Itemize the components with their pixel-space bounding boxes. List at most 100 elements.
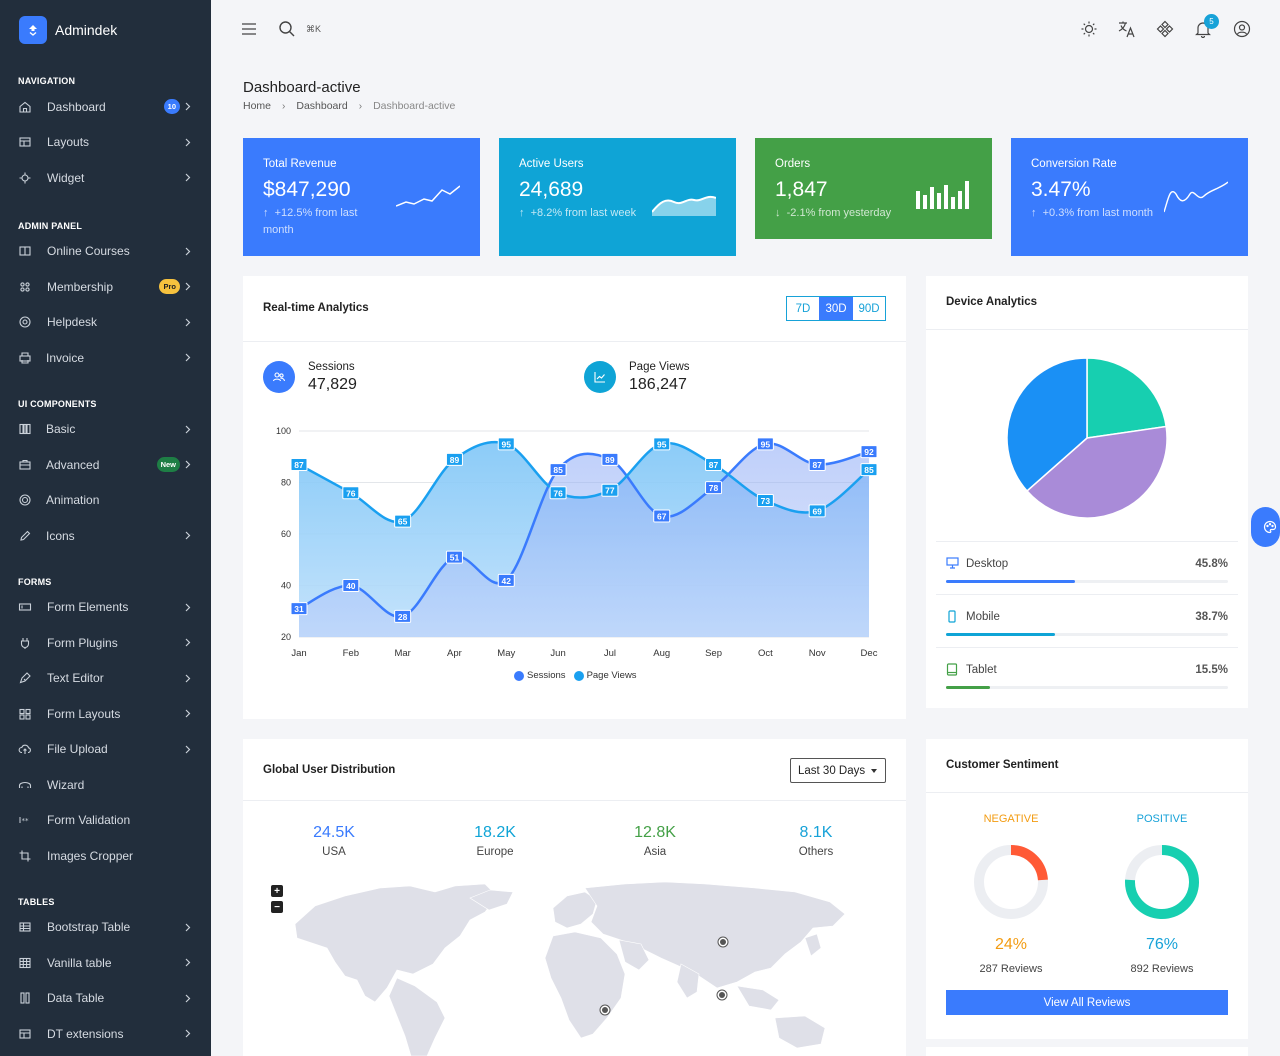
data-label: 95 — [761, 439, 771, 449]
region-value: 24.5K — [313, 824, 355, 841]
donut-arc — [1010, 845, 1048, 881]
view-all-reviews-button[interactable]: View All Reviews — [946, 990, 1228, 1015]
sidebar-item-basic[interactable]: Basic — [0, 412, 211, 448]
device-progress-track — [946, 633, 1228, 636]
date-range-dropdown[interactable]: Last 30 Days — [790, 758, 886, 783]
search-icon[interactable] — [277, 19, 297, 39]
card-divider — [243, 800, 906, 801]
device-title: Device Analytics — [946, 296, 1037, 308]
region-value: 12.8K — [634, 824, 676, 841]
chevron-right-icon — [185, 247, 191, 255]
breadcrumb: Home › Dashboard › Dashboard-active — [243, 100, 455, 112]
sidebar-item-images-cropper[interactable]: Images Cropper — [0, 838, 211, 874]
brand-logo-icon — [19, 16, 47, 44]
negative-donut — [974, 845, 1048, 919]
positive-donut — [1125, 845, 1199, 919]
briefcase-icon — [18, 458, 32, 472]
map-zoom-out-button[interactable]: − — [271, 901, 283, 913]
y-tick-label: 100 — [276, 426, 291, 436]
sidebar-item-data-table[interactable]: Data Table — [0, 981, 211, 1017]
chevron-right-icon — [185, 958, 191, 967]
sidebar-item-form-layouts[interactable]: Form Layouts — [0, 696, 211, 732]
device-progress-fill — [946, 686, 990, 689]
brand[interactable]: Admindek — [0, 0, 211, 60]
sidebar-item-animation[interactable]: Animation — [0, 483, 211, 519]
x-tick-label: Jun — [550, 648, 565, 659]
range-30d-button[interactable]: 30D — [819, 297, 853, 320]
x-tick-label: May — [497, 648, 515, 659]
x-tick-label: Oct — [758, 648, 773, 659]
region-others: 8.1K Others — [756, 824, 876, 858]
negative-pct: 24% — [994, 936, 1028, 953]
breadcrumb-home[interactable]: Home — [243, 100, 271, 112]
data-label: 85 — [864, 465, 874, 475]
sidebar-item-form-validation[interactable]: ** Form Validation — [0, 803, 211, 839]
world-map[interactable] — [285, 878, 865, 1056]
users-group-icon — [18, 280, 32, 294]
data-label: 76 — [553, 488, 563, 498]
sentiment-title: Customer Sentiment — [946, 759, 1059, 771]
breadcrumb-dashboard[interactable]: Dashboard — [296, 100, 347, 112]
map-zoom-in-button[interactable]: + — [271, 885, 283, 897]
x-tick-label: Jan — [291, 648, 306, 659]
kpi-change: ↑ +0.3% from last month — [1031, 205, 1156, 222]
section-tables: TABLES — [18, 896, 55, 907]
customizer-palette-button[interactable] — [1251, 507, 1280, 547]
sidebar-item-helpdesk[interactable]: Helpdesk — [0, 305, 211, 341]
data-label: 95 — [502, 439, 512, 449]
chevron-right-icon — [185, 745, 191, 753]
sidebar-item-online-courses[interactable]: Online Courses — [0, 234, 211, 270]
date-range-value: Last 30 Days — [798, 764, 866, 777]
sidebar-item-advanced[interactable]: Advanced New — [0, 447, 211, 483]
book-icon — [18, 244, 32, 258]
cloud-upload-icon — [18, 742, 32, 756]
sidebar-item-label: Animation — [46, 493, 100, 508]
tablet-icon — [946, 663, 958, 676]
home-icon — [18, 100, 32, 114]
sidebar-item-wizard[interactable]: Wizard — [0, 767, 211, 803]
sidebar-item-icons[interactable]: Icons — [0, 518, 211, 554]
language-translate-icon[interactable] — [1117, 19, 1137, 39]
sidebar-item-layouts[interactable]: Layouts — [0, 125, 211, 161]
validation-icon: ** — [18, 813, 32, 827]
chevron-right-icon — [185, 138, 191, 146]
section-ui-components: UI COMPONENTS — [18, 398, 97, 409]
sidebar-item-file-upload[interactable]: File Upload — [0, 732, 211, 768]
sidebar-item-text-editor[interactable]: Text Editor — [0, 661, 211, 697]
chevron-right-icon — [185, 638, 191, 647]
card-divider — [926, 329, 1248, 330]
theme-toggle-sun-icon[interactable] — [1079, 19, 1099, 39]
legend-sessions[interactable]: Sessions — [527, 670, 566, 681]
chevron-right-icon — [185, 102, 191, 111]
menu-toggle-icon[interactable] — [239, 19, 259, 39]
sidebar-item-membership[interactable]: Membership Pro — [0, 269, 211, 305]
device-label: Tablet — [966, 664, 997, 676]
user-profile-icon[interactable] — [1232, 19, 1252, 39]
kpi-change-text: +12.5% from last month — [263, 207, 358, 236]
region-label: USA — [322, 846, 346, 858]
printer-icon — [18, 351, 32, 365]
sidebar-item-bootstrap-table[interactable]: Bootstrap Table — [0, 910, 211, 946]
table-icon — [18, 920, 32, 934]
data-label: 89 — [450, 455, 460, 465]
apps-grid-icon[interactable] — [1155, 19, 1175, 39]
sidebar-item-invoice[interactable]: Invoice — [0, 340, 211, 376]
kpi-card-users: Active Users 24,689 ↑ +8.2% from last we… — [499, 138, 736, 256]
chevron-right-icon — [185, 531, 191, 540]
data-label: 40 — [346, 581, 356, 591]
device-pct: 38.7% — [1195, 611, 1228, 623]
range-7d-button[interactable]: 7D — [787, 297, 819, 320]
sidebar-item-widget[interactable]: Widget — [0, 160, 211, 196]
data-label: 87 — [709, 460, 719, 470]
chevron-right-icon: › — [282, 100, 286, 112]
sidebar-item-form-plugins[interactable]: Form Plugins — [0, 625, 211, 661]
svg-text:**: ** — [22, 817, 30, 825]
device-row-desktop: Desktop 45.8% — [936, 541, 1238, 594]
sidebar-item-vanilla-table[interactable]: Vanilla table — [0, 945, 211, 981]
positive-reviews: 892 Reviews — [1130, 963, 1194, 975]
sidebar-item-dt-extensions[interactable]: DT extensions — [0, 1016, 211, 1052]
legend-page-views[interactable]: Page Views — [587, 670, 637, 681]
range-90d-button[interactable]: 90D — [853, 297, 885, 320]
sidebar-item-form-elements[interactable]: Form Elements — [0, 590, 211, 626]
sidebar-item-dashboard[interactable]: Dashboard 10 — [0, 89, 211, 125]
